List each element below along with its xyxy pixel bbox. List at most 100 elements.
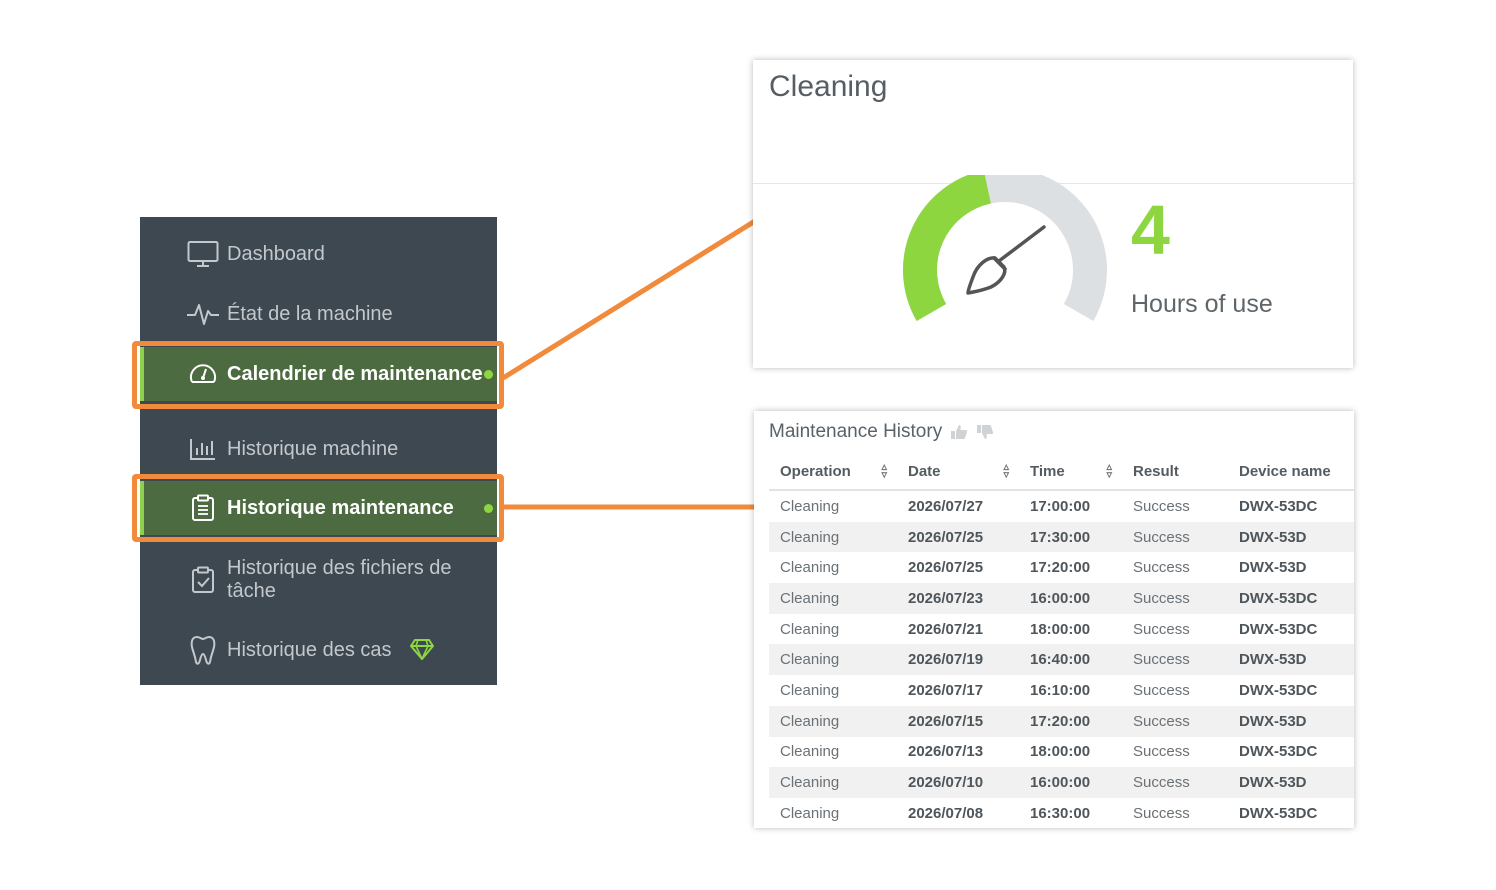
cell-date: 2026/07/21 [908, 620, 984, 638]
table-row[interactable]: Cleaning 2026/07/23 16:00:00 Success DWX-53D… [769, 583, 1354, 614]
cell-date: 2026/07/15 [897, 705, 1019, 737]
cell-time: 17:30:00 [1019, 521, 1122, 553]
column-header-operation[interactable]: Operation ▵ ▿ [769, 454, 897, 491]
cell-date: 2026/07/17 [908, 681, 984, 699]
column-header-result[interactable]: Result [1122, 454, 1228, 491]
tooth-icon [186, 633, 220, 667]
cell-time: 18:00:00 [1030, 743, 1091, 761]
history-table-body: Cleaning 2026/07/27 17:00:00 Success DWX-53D… [769, 490, 1354, 829]
cell-time: 16:00:00 [1019, 767, 1122, 798]
highlight-box-history [132, 474, 504, 542]
cell-result: Success [1133, 559, 1190, 577]
cell-device-name: DWX-53D [1228, 521, 1354, 553]
thumbs-up-icon[interactable] [950, 424, 968, 440]
table-row[interactable]: Cleaning 2026/07/08 16:30:00 Success DWX-53D… [769, 798, 1354, 829]
history-title-text: Maintenance History [769, 421, 943, 442]
table-row[interactable]: Cleaning 2026/07/21 18:00:00 Success DWX-53D… [769, 614, 1354, 645]
cell-time: 17:20:00 [1019, 705, 1122, 737]
cell-operation: Cleaning [780, 559, 840, 577]
cell-device-name: DWX-53D [1239, 559, 1307, 577]
cell-operation: Cleaning [780, 620, 840, 638]
hours-label: Hours of use [1131, 290, 1273, 318]
table-row[interactable]: Cleaning 2026/07/17 16:10:00 Success DWX-53D… [769, 675, 1354, 706]
table-row[interactable]: Cleaning 2026/07/27 17:00:00 Success DWX-53D… [769, 490, 1354, 522]
cell-device-name: DWX-53DC [1239, 620, 1318, 638]
thumbs-down-icon[interactable] [976, 424, 994, 440]
cell-operation: Cleaning [769, 705, 897, 737]
cell-date: 2026/07/27 [908, 497, 984, 515]
broom-icon [966, 225, 1046, 295]
cell-date: 2026/07/25 [908, 559, 984, 577]
cell-device-name: DWX-53DC [1239, 743, 1318, 761]
cell-device-name: DWX-53D [1228, 767, 1354, 798]
cell-date: 2026/07/23 [897, 583, 1019, 614]
cell-result: Success [1122, 583, 1228, 614]
cell-result: Success [1133, 681, 1190, 699]
cell-result: Success [1133, 743, 1190, 761]
table-row[interactable]: Cleaning 2026/07/19 16:40:00 Success DWX-53D [769, 644, 1354, 676]
cell-result: Success [1122, 705, 1228, 737]
highlight-box-calendar [132, 341, 504, 409]
column-header-date[interactable]: Date ▵ ▿ [897, 454, 1019, 491]
cell-result: Success [1133, 497, 1190, 515]
history-table: Operation ▵ ▿ Date ▵ ▿ Time ▵ ▿ Result Device … [769, 454, 1354, 829]
cell-time: 16:30:00 [1030, 804, 1091, 822]
sidebar: Dashboard État de la machine Calendrier … [140, 217, 497, 685]
cell-date: 2026/07/10 [897, 767, 1019, 798]
table-row[interactable]: Cleaning 2026/07/15 17:20:00 Success DWX-53D [769, 705, 1354, 737]
nav-label: Historique des fichiers de tâche [227, 557, 452, 602]
sort-icon[interactable]: ▵ ▿ [1106, 462, 1112, 481]
usage-gauge [903, 175, 1107, 321]
cell-operation: Cleaning [780, 804, 840, 822]
table-row[interactable]: Cleaning 2026/07/13 18:00:00 Success DWX-53D… [769, 737, 1354, 768]
table-row[interactable]: Cleaning 2026/07/25 17:20:00 Success DWX-53D [769, 552, 1354, 583]
cell-date: 2026/07/08 [908, 804, 984, 822]
cell-result: Success [1122, 767, 1228, 798]
cell-device-name: DWX-53DC [1239, 681, 1318, 699]
column-header-device-name[interactable]: Device name [1228, 454, 1354, 491]
bar-chart-icon [186, 432, 220, 466]
cell-time: 18:00:00 [1030, 620, 1091, 638]
cell-operation: Cleaning [780, 681, 840, 699]
cell-operation: Cleaning [780, 743, 840, 761]
nav-item-dashboard[interactable]: Dashboard [140, 240, 497, 268]
nav-item-task-file-history[interactable]: Historique des fichiers de tâche [140, 556, 497, 604]
cell-time: 16:00:00 [1019, 583, 1122, 614]
maintenance-history-card: Maintenance History Operation ▵ ▿ Date ▵ ▿ T… [754, 411, 1354, 828]
pulse-icon [186, 297, 220, 331]
cell-time: 16:40:00 [1019, 644, 1122, 676]
table-row[interactable]: Cleaning 2026/07/10 16:00:00 Success DWX-53D [769, 767, 1354, 798]
diamond-icon [410, 638, 434, 660]
nav-item-machine-history[interactable]: Historique machine [140, 435, 497, 463]
cell-operation: Cleaning [780, 497, 840, 515]
cell-date: 2026/07/19 [897, 644, 1019, 676]
table-row[interactable]: Cleaning 2026/07/25 17:30:00 Success DWX-53D [769, 521, 1354, 553]
cell-device-name: DWX-53DC [1228, 583, 1354, 614]
sort-icon[interactable]: ▵ ▿ [881, 462, 887, 481]
nav-label: État de la machine [227, 302, 393, 325]
cell-device-name: DWX-53D [1228, 705, 1354, 737]
cleaning-card: Cleaning 4 Hours of use [753, 60, 1353, 368]
cell-result: Success [1133, 620, 1190, 638]
nav-label: Dashboard [227, 242, 325, 265]
cell-result: Success [1122, 644, 1228, 676]
cell-operation: Cleaning [769, 644, 897, 676]
nav-item-case-history[interactable]: Historique des cas [140, 633, 497, 667]
cell-operation: Cleaning [769, 521, 897, 553]
card-title: Cleaning [769, 70, 888, 103]
monitor-icon [186, 237, 220, 271]
nav-label: Historique machine [227, 437, 399, 460]
cell-date: 2026/07/13 [908, 743, 984, 761]
gauge-fill [903, 175, 992, 321]
sort-icon[interactable]: ▵ ▿ [1003, 462, 1009, 481]
connector-line-cleaning [501, 218, 757, 381]
nav-item-machine-state[interactable]: État de la machine [140, 300, 497, 328]
cell-device-name: DWX-53DC [1239, 497, 1318, 515]
column-header-time[interactable]: Time ▵ ▿ [1019, 454, 1122, 491]
cell-date: 2026/07/25 [897, 521, 1019, 553]
hours-value: 4 [1131, 191, 1170, 269]
table-header-row: Operation ▵ ▿ Date ▵ ▿ Time ▵ ▿ Result Device … [769, 454, 1354, 491]
history-title: Maintenance History [769, 421, 994, 443]
cell-time: 16:10:00 [1030, 681, 1091, 699]
cell-operation: Cleaning [769, 583, 897, 614]
